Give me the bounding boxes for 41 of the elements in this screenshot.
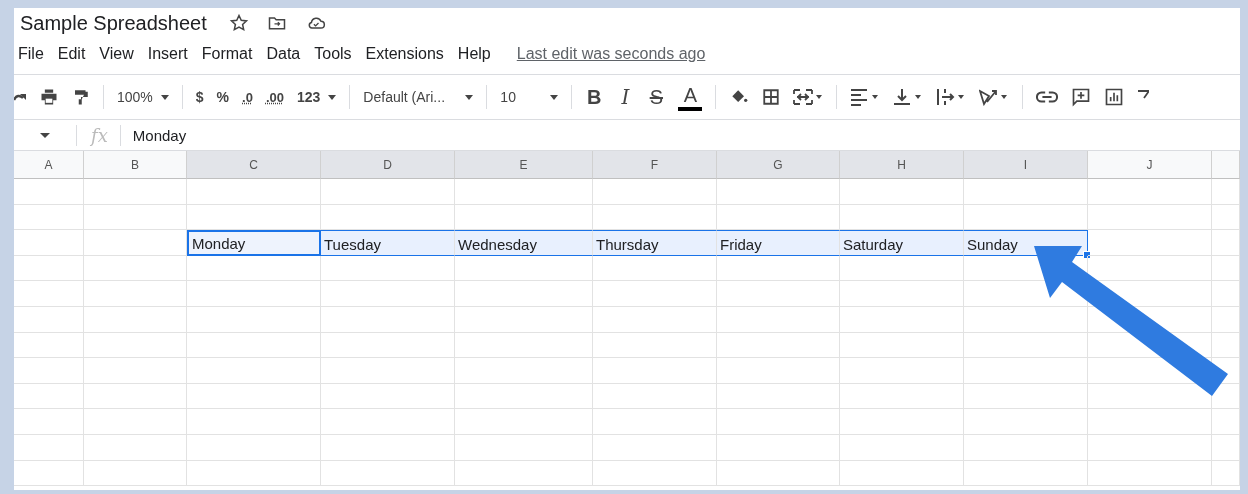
strikethrough-button[interactable]: S	[647, 85, 666, 109]
menu-item[interactable]: View	[99, 45, 134, 63]
document-title[interactable]: Sample Spreadsheet	[20, 11, 207, 35]
table-cell: Wednesday	[455, 230, 593, 256]
table-cell: Tuesday	[321, 230, 455, 256]
column-header[interactable]: E	[455, 151, 593, 179]
table-cell: Monday	[187, 230, 321, 256]
text-color-button[interactable]: A	[678, 83, 703, 111]
menu-item[interactable]: Insert	[147, 45, 188, 63]
table-cell: Friday	[717, 230, 840, 256]
menu-item[interactable]: Edit	[57, 45, 86, 63]
increase-decimals-button[interactable]: .00	[265, 89, 284, 105]
formula-input[interactable]: Monday	[120, 126, 187, 144]
column-header[interactable]: C	[187, 151, 321, 179]
menu-item[interactable]: Data	[266, 45, 301, 63]
column-header[interactable]: I	[964, 151, 1088, 179]
percent-button[interactable]: %	[216, 89, 230, 105]
column-header[interactable]: F	[593, 151, 717, 179]
currency-button[interactable]: $	[195, 89, 204, 105]
table-cell: Saturday	[840, 230, 964, 256]
font-dropdown[interactable]: Default (Ari...	[363, 89, 474, 105]
table-cell: Thursday	[593, 230, 717, 256]
menu-item[interactable]: Tools	[314, 45, 352, 63]
zoom-dropdown[interactable]: 100%	[117, 89, 169, 105]
menu-item[interactable]: Help	[457, 45, 491, 63]
number-format-dropdown[interactable]: 123	[297, 89, 337, 105]
column-header[interactable]: J	[1088, 151, 1212, 179]
column-header[interactable]: B	[84, 151, 187, 179]
function-label: fx	[76, 124, 121, 146]
decrease-decimals-button[interactable]: .0	[242, 89, 253, 105]
column-header[interactable]: H	[840, 151, 964, 179]
font-size-dropdown[interactable]: 10	[500, 89, 559, 105]
bold-button[interactable]: B	[585, 85, 604, 109]
column-header[interactable]: G	[717, 151, 840, 179]
last-edit-link[interactable]: Last edit was seconds ago	[516, 45, 706, 63]
column-header[interactable]: D	[321, 151, 455, 179]
italic-button[interactable]: I	[616, 85, 635, 109]
menu-item[interactable]: Format	[201, 45, 253, 63]
menu-item[interactable]: Extensions	[365, 45, 444, 63]
column-header[interactable]: A	[14, 151, 84, 179]
menu-item[interactable]: File	[18, 45, 44, 63]
